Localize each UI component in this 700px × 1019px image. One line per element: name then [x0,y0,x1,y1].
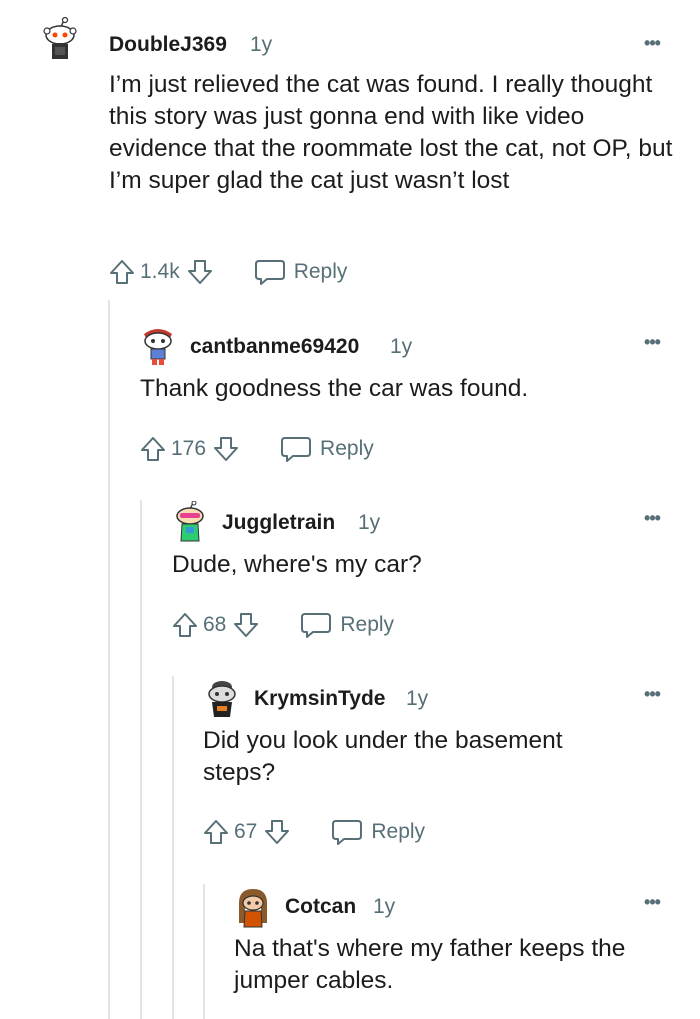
username[interactable]: DoubleJ369 [109,33,227,57]
upvote-button[interactable] [171,611,199,639]
more-options-button[interactable]: ••• [637,682,667,706]
downvote-button[interactable] [232,611,260,639]
comment-actions: 176 Reply [139,432,374,466]
reply-button[interactable]: Reply [300,611,394,639]
timestamp: 1y [358,511,381,534]
more-icon: ••• [644,508,661,528]
reply-icon [254,260,285,285]
comment-actions: 67 Reply [202,815,425,849]
downvote-icon [234,613,259,637]
username[interactable]: Cotcan [285,895,356,919]
comment-actions: 68 Reply [171,608,394,642]
upvote-button[interactable] [108,258,136,286]
reply-icon [281,437,312,462]
downvote-button[interactable] [263,818,291,846]
upvote-icon [204,820,228,844]
thread-line [172,676,174,1019]
snoo-avatar-icon [144,329,172,365]
vote-count: 68 [203,613,227,636]
more-options-button[interactable]: ••• [637,31,667,55]
avatar[interactable] [204,677,240,721]
reply-icon [301,613,332,638]
reply-button[interactable]: Reply [254,258,348,286]
timestamp: 1y [250,33,273,56]
vote-count: 67 [234,820,258,843]
comment-actions: 1.4k Reply [108,255,347,289]
avatar[interactable] [235,885,271,929]
reply-button[interactable]: Reply [280,435,374,463]
thread-line [203,884,205,1019]
upvote-icon [173,613,197,637]
comment-body: Did you look under the basement steps? [203,727,563,786]
more-icon: ••• [644,332,661,352]
thread-line [140,500,142,1019]
more-options-button[interactable]: ••• [637,506,667,530]
snoo-avatar-icon [239,889,267,928]
snoo-avatar-icon [43,17,77,59]
reply-icon [332,820,363,845]
timestamp: 1y [390,335,413,358]
reply-label: Reply [293,260,348,283]
downvote-button[interactable] [186,258,214,286]
more-icon: ••• [644,892,661,912]
avatar[interactable] [38,17,82,61]
timestamp: 1y [406,687,429,710]
avatar[interactable] [140,324,176,368]
more-options-button[interactable]: ••• [637,890,667,914]
comment-body: I’m just relieved the cat was found. I r… [109,71,673,194]
thread-line [108,300,110,1019]
username[interactable]: cantbanme69420 [190,335,359,359]
upvote-icon [110,260,134,284]
reply-label: Reply [371,820,426,843]
downvote-icon [214,437,239,461]
username[interactable]: Juggletrain [222,511,335,535]
comment-body: Thank goodness the car was found. [140,375,529,402]
vote-count: 176 [171,437,207,460]
upvote-button[interactable] [202,818,230,846]
downvote-icon [187,260,212,284]
timestamp: 1y [373,895,396,918]
username[interactable]: KrymsinTyde [254,687,386,711]
more-options-button[interactable]: ••• [637,330,667,354]
downvote-button[interactable] [212,435,240,463]
vote-count: 1.4k [140,260,180,283]
upvote-button[interactable] [139,435,167,463]
more-icon: ••• [644,684,661,704]
more-icon: ••• [644,33,661,53]
snoo-avatar-icon [176,501,204,542]
snoo-avatar-icon [208,681,236,717]
reply-label: Reply [320,437,374,460]
comment-body: Dude, where's my car? [172,551,422,578]
comment-body: Na that's where my father keeps the jump… [234,935,626,994]
avatar[interactable] [172,501,208,545]
reply-label: Reply [340,613,395,636]
downvote-icon [265,820,290,844]
reply-button[interactable]: Reply [331,818,425,846]
upvote-icon [141,437,165,461]
